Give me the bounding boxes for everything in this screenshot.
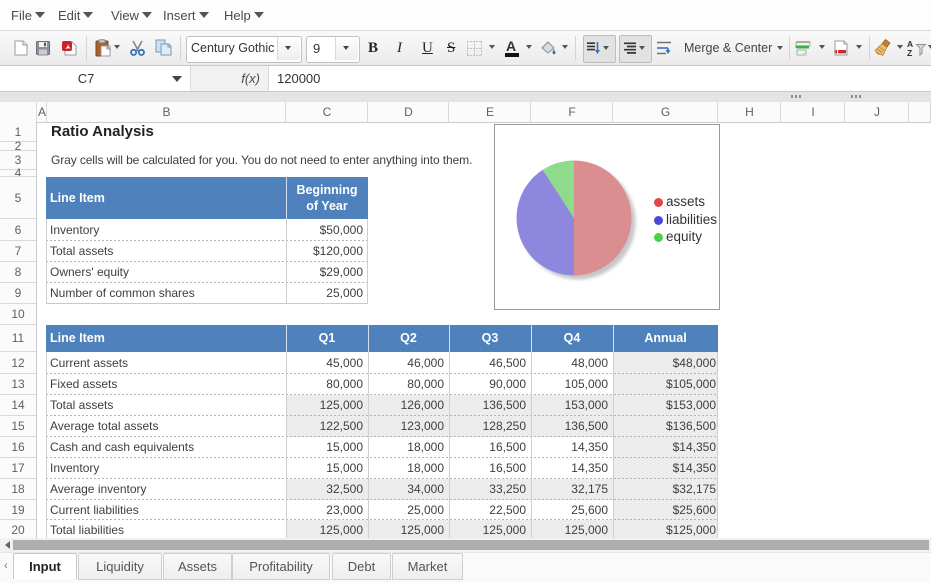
svg-text:Z: Z <box>907 48 912 57</box>
